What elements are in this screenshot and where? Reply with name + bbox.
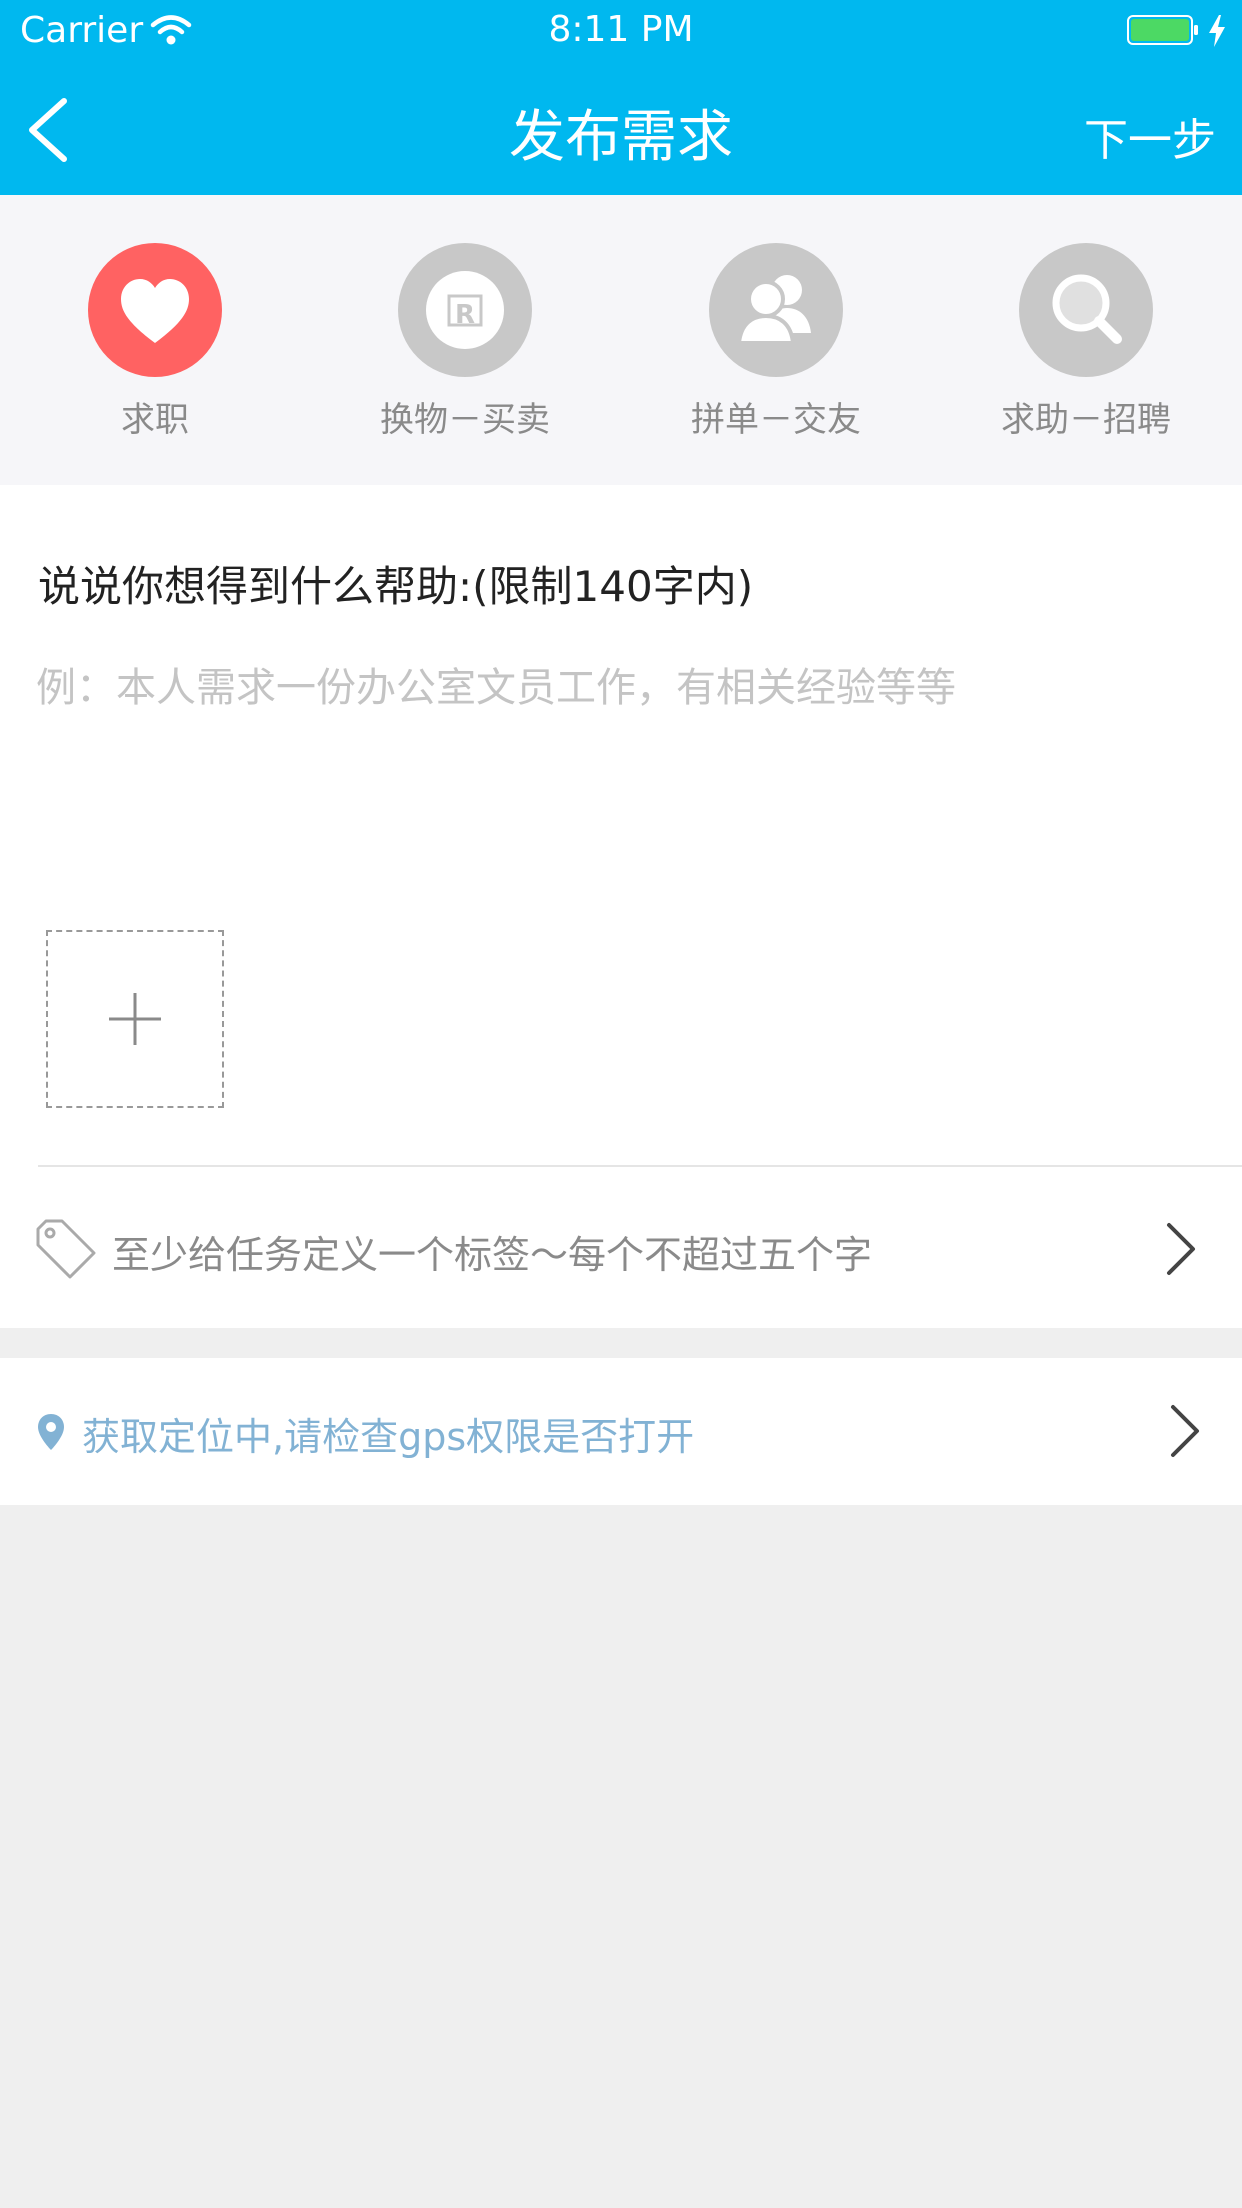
category-trade[interactable]: R 换物－买卖 bbox=[310, 195, 620, 485]
location-row[interactable]: 获取定位中,请检查gps权限是否打开 bbox=[0, 1358, 1242, 1505]
category-group-buy[interactable]: 拼单－交友 bbox=[621, 195, 931, 485]
tag-row[interactable]: 至少给任务定义一个标签～每个不超过五个字 bbox=[0, 1167, 1242, 1328]
category-icon-circle bbox=[709, 243, 843, 377]
location-pin-icon bbox=[38, 1414, 64, 1450]
nav-bar: 发布需求 下一步 bbox=[0, 60, 1242, 195]
svg-text:R: R bbox=[455, 300, 475, 330]
category-icon-circle bbox=[1019, 243, 1153, 377]
request-form: 说说你想得到什么帮助:(限制140字内) 至少给任务定义一个标签～每个不超过五个… bbox=[0, 485, 1242, 1328]
category-label: 求助－招聘 bbox=[1001, 400, 1171, 440]
category-icon-circle bbox=[88, 243, 222, 377]
page-title: 发布需求 bbox=[509, 105, 733, 170]
charging-icon bbox=[1209, 15, 1225, 47]
tag-icon bbox=[36, 1219, 96, 1279]
category-label: 换物－买卖 bbox=[380, 400, 550, 440]
category-label: 求职 bbox=[121, 400, 189, 440]
category-bar: 求职 R 换物－买卖 拼单－交友 求助－招聘 bbox=[0, 195, 1242, 485]
description-input[interactable] bbox=[36, 655, 1206, 855]
status-time: 8:11 PM bbox=[548, 9, 694, 50]
category-help[interactable]: 求助－招聘 bbox=[931, 195, 1241, 485]
search-icon bbox=[1052, 274, 1122, 344]
next-step-button[interactable]: 下一步 bbox=[1084, 104, 1216, 168]
r-badge-icon: R bbox=[426, 271, 504, 349]
battery-icon bbox=[1127, 15, 1198, 45]
category-job-seeking[interactable]: 求职 bbox=[0, 195, 310, 485]
plus-icon bbox=[109, 993, 161, 1045]
tag-placeholder: 至少给任务定义一个标签～每个不超过五个字 bbox=[112, 1233, 873, 1277]
location-status: 获取定位中,请检查gps权限是否打开 bbox=[82, 1415, 695, 1459]
category-label: 拼单－交友 bbox=[691, 400, 861, 440]
category-icon-circle: R bbox=[398, 243, 532, 377]
heart-icon bbox=[121, 279, 189, 343]
header: Carrier 8:11 PM 发布需求 下一步 bbox=[0, 0, 1242, 195]
chevron-right-icon bbox=[1167, 1223, 1195, 1275]
status-bar: Carrier 8:11 PM bbox=[0, 0, 1242, 60]
description-prompt: 说说你想得到什么帮助:(限制140字内) bbox=[38, 562, 754, 611]
add-photo-button[interactable] bbox=[46, 930, 224, 1108]
people-icon bbox=[736, 275, 811, 345]
chevron-right-icon bbox=[1171, 1405, 1199, 1457]
